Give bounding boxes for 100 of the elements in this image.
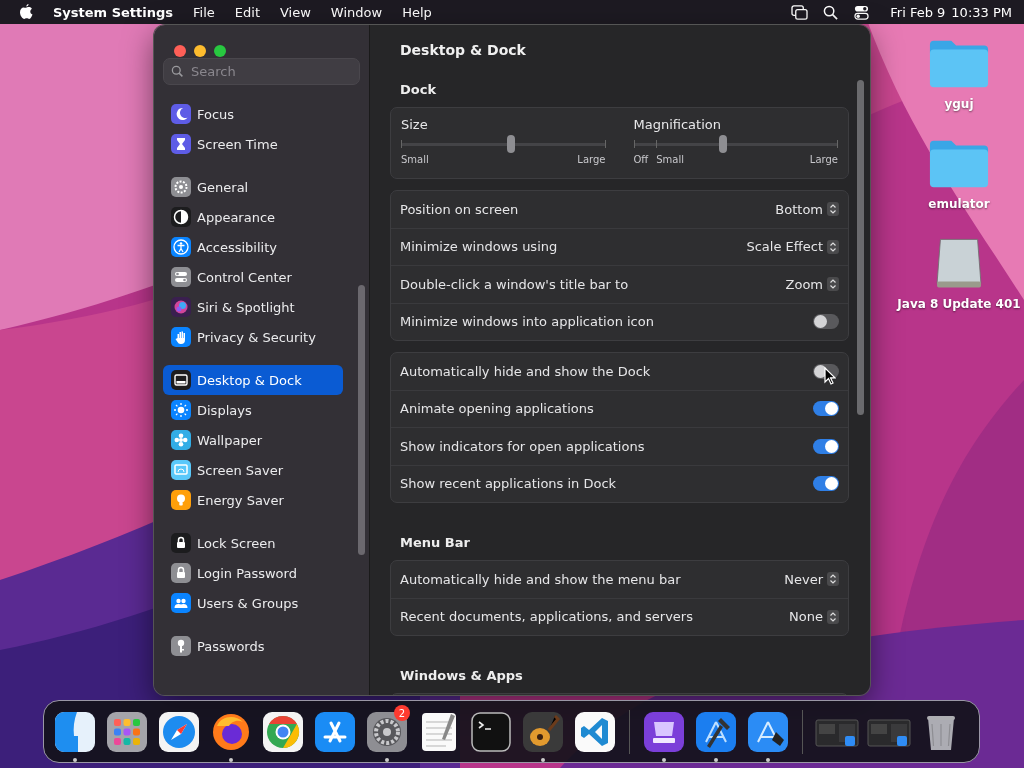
section-heading: Menu Bar: [400, 534, 470, 550]
cursor-icon: [824, 367, 836, 385]
apple-icon[interactable]: [19, 4, 33, 20]
split-square-icon[interactable]: [53, 709, 97, 754]
setting-label: Show recent applications in Dock: [400, 476, 618, 492]
setting-label: Recent documents, applications, and servers: [400, 609, 694, 625]
window-title: Desktop & Dock: [400, 42, 526, 58]
setting-label: Minimize windows into application icon: [400, 314, 655, 330]
sidebar-item[interactable]: Siri & Spotlight: [163, 292, 343, 322]
control-center-icon[interactable]: [853, 4, 871, 20]
hammer-icon[interactable]: [694, 709, 738, 754]
sidebar-item[interactable]: Screen Time: [163, 129, 343, 159]
sidebar-item[interactable]: Screen Saver: [163, 455, 343, 485]
menu-bar-date[interactable]: Fri Feb 9: [890, 4, 946, 20]
menu-item[interactable]: Help: [402, 4, 432, 20]
sidebar-item[interactable]: General: [163, 172, 343, 202]
setting-label: Automatically hide and show the Dock: [400, 363, 652, 379]
search-field[interactable]: Search: [163, 58, 360, 85]
desktop-icon-label[interactable]: Java 8 Update 401: [897, 297, 1021, 311]
guitar-icon[interactable]: [521, 709, 565, 754]
slider[interactable]: [401, 135, 606, 153]
dock-icon: [171, 370, 191, 390]
setting-label: Animate opening applications: [400, 401, 595, 417]
menu-item[interactable]: Window: [330, 4, 383, 20]
scrollbar[interactable]: [358, 285, 365, 555]
flower-icon: [171, 430, 191, 450]
terminal-icon[interactable]: [469, 709, 513, 754]
accessibility-icon: [171, 237, 191, 257]
compass-icon[interactable]: [157, 709, 201, 754]
store-icon[interactable]: [313, 709, 357, 754]
sidebar-item[interactable]: Appearance: [163, 202, 343, 232]
chevron-icon: [827, 239, 839, 254]
sidebar-item[interactable]: Users & Groups: [163, 588, 343, 618]
chevron-icon: [827, 609, 839, 624]
screen-mirroring-icon[interactable]: [791, 4, 809, 20]
sidebar-item[interactable]: Privacy & Security: [163, 322, 343, 352]
sidebar-item[interactable]: Displays: [163, 395, 343, 425]
slider-mark-label: Large: [577, 154, 606, 165]
menu-item[interactable]: View: [280, 4, 311, 20]
setting-label: Position on screen: [400, 201, 520, 217]
blueprint-icon[interactable]: [746, 709, 790, 754]
minimize-button[interactable]: [194, 45, 206, 57]
chevron-icon: [827, 202, 839, 217]
sidebar-item[interactable]: Energy Saver: [163, 485, 343, 515]
sidebar-item[interactable]: Control Center: [163, 262, 343, 292]
screen-icon: [171, 460, 191, 480]
sidebar-item[interactable]: Wallpaper: [163, 425, 343, 455]
popup-button[interactable]: Zoom: [785, 276, 839, 292]
contrast-icon: [171, 207, 191, 227]
app-menu[interactable]: System Settings: [53, 4, 174, 20]
slider-label: Size: [401, 117, 429, 132]
slider-mark-label: Small: [401, 154, 429, 165]
toggle-switch[interactable]: [813, 438, 839, 454]
popup-button[interactable]: None: [789, 609, 839, 625]
notification-badge: 2: [394, 705, 410, 721]
popup-button[interactable]: Never: [784, 571, 839, 587]
moon-icon: [171, 104, 191, 124]
menu-bar-time[interactable]: 10:33 PM: [951, 4, 1012, 20]
gear-icon[interactable]: [365, 709, 409, 754]
sun-icon: [171, 400, 191, 420]
slider-mark-label: Large: [809, 154, 838, 165]
menu-item[interactable]: Edit: [234, 4, 260, 20]
search-icon[interactable]: [822, 4, 840, 20]
key-icon: [171, 636, 191, 656]
lock-icon: [171, 533, 191, 553]
sidebar-item[interactable]: Accessibility: [163, 232, 343, 262]
search-icon: [171, 65, 184, 78]
sidebar-item[interactable]: Focus: [163, 99, 343, 129]
section-heading: Windows & Apps: [400, 667, 523, 683]
slider[interactable]: [633, 135, 838, 153]
tray-icon[interactable]: [642, 709, 686, 754]
toggle-switch[interactable]: [813, 314, 839, 330]
setting-label: Double-click a window's title bar to: [400, 276, 630, 292]
sidebar-item[interactable]: Desktop & Dock: [163, 365, 343, 395]
bulb-icon: [171, 490, 191, 510]
toggle-switch[interactable]: [813, 401, 839, 417]
toggle-switch[interactable]: [813, 476, 839, 492]
sidebar-item[interactable]: Passwords: [163, 631, 343, 661]
setting-label: Show indicators for open applications: [400, 438, 646, 454]
menu-item[interactable]: File: [193, 4, 215, 20]
scrollbar[interactable]: [857, 80, 864, 415]
orb-icon: [171, 297, 191, 317]
app-grid-icon[interactable]: [105, 709, 149, 754]
popup-button[interactable]: Scale Effect: [746, 239, 839, 255]
zoom-button[interactable]: [214, 45, 226, 57]
lock-icon: [171, 563, 191, 583]
hourglass-icon: [171, 134, 191, 154]
code-editor-icon[interactable]: [573, 709, 617, 754]
hand-icon: [171, 327, 191, 347]
slider-mark-label: Small: [656, 154, 685, 165]
toggles-icon: [171, 267, 191, 287]
setting-label: Automatically hide and show the menu bar: [400, 571, 682, 587]
slider-label: Magnification: [633, 117, 722, 132]
gear-icon: [171, 177, 191, 197]
sidebar-item[interactable]: Lock Screen: [163, 528, 343, 558]
slider-mark-label: Off: [633, 154, 649, 165]
popup-button[interactable]: Bottom: [775, 201, 839, 217]
sidebar-item[interactable]: Login Password: [163, 558, 343, 588]
chevron-icon: [827, 277, 839, 292]
close-button[interactable]: [174, 45, 186, 57]
